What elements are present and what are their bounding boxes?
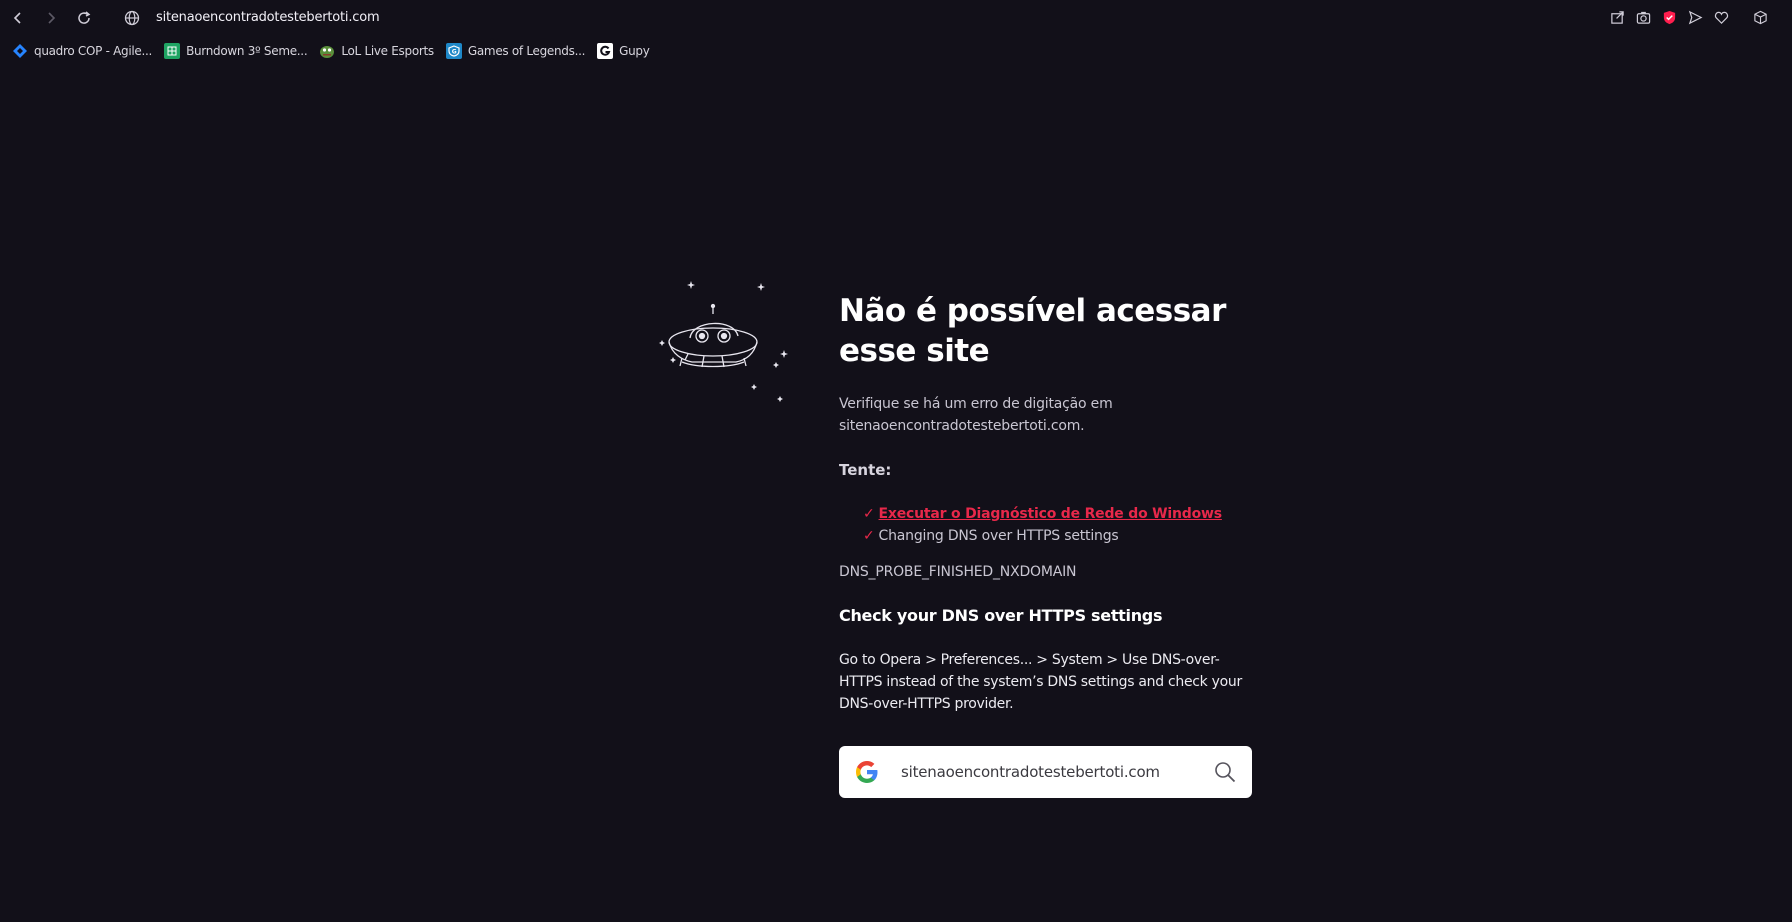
search-icon[interactable] [1214, 761, 1236, 783]
chevron-left-icon [13, 12, 21, 24]
network-diagnostics-link[interactable]: Executar o Diagnóstico de Rede do Window… [879, 506, 1223, 522]
share-button[interactable] [1608, 8, 1626, 26]
suggestion-network-diagnostics: ✓ Executar o Diagnóstico de Rede do Windo… [863, 503, 1259, 525]
browser-toolbar: sitenaoencontradotestebertoti.com [0, 0, 1792, 36]
gol-icon: G [445, 43, 462, 59]
suggestion-dns-over-https: ✓ Changing DNS over HTTPS settings [863, 528, 1119, 544]
address-bar[interactable]: sitenaoencontradotestebertoti.com [156, 10, 380, 25]
bookmark-gupy[interactable]: Gupy [597, 43, 650, 59]
send-icon [1688, 10, 1702, 24]
reload-button[interactable] [74, 8, 94, 28]
pepe-icon [319, 43, 335, 59]
globe-icon[interactable] [123, 9, 141, 27]
error-code: DNS_PROBE_FINISHED_NXDOMAIN [839, 564, 1077, 580]
sheets-icon [164, 43, 181, 59]
back-button[interactable] [8, 8, 28, 28]
shield-icon [1663, 10, 1675, 24]
google-search-box[interactable]: sitenaoencontradotestebertoti.com [839, 746, 1252, 798]
gupy-icon [597, 43, 614, 59]
suggestions-list: ✓ Executar o Diagnóstico de Rede do Windo… [839, 503, 1259, 547]
heart-icon [1714, 11, 1728, 24]
chevron-right-icon [48, 12, 56, 24]
flow-button[interactable] [1686, 8, 1704, 26]
check-icon: ✓ [863, 506, 875, 522]
error-title: Não é possível acessar esse site [839, 293, 1226, 369]
pinboard-button[interactable] [1712, 8, 1730, 26]
dns-settings-title: Check your DNS over HTTPS settings [839, 606, 1163, 625]
google-icon [856, 761, 878, 783]
forward-button[interactable] [41, 8, 61, 28]
bookmark-burndown[interactable]: Burndown 3º Seme... [164, 43, 308, 59]
error-description: Verifique se há um erro de digitação em … [839, 396, 1113, 434]
check-icon: ✓ [863, 528, 875, 544]
bookmarks-bar: quadro COP - Agile... Burndown 3º Seme..… [12, 41, 650, 61]
bookmark-lol-esports[interactable]: LoL Live Esports [319, 43, 434, 59]
error-content: Não é possível acessar esse site Verifiq… [839, 291, 1259, 715]
try-label: Tente: [839, 461, 892, 479]
dns-settings-description: Go to Opera > Preferences... > System > … [839, 652, 1242, 712]
snapshot-button[interactable] [1634, 8, 1652, 26]
adblock-button[interactable] [1660, 8, 1678, 26]
search-input[interactable]: sitenaoencontradotestebertoti.com [901, 763, 1160, 781]
bookmark-quadro-cop[interactable]: quadro COP - Agile... [12, 43, 152, 59]
reload-icon [78, 11, 91, 24]
ufo-illustration [659, 281, 788, 402]
cube-icon [1753, 10, 1767, 24]
camera-icon [1636, 11, 1650, 24]
share-icon [1610, 10, 1624, 24]
extensions-button[interactable] [1751, 8, 1769, 26]
svg-text:G: G [452, 49, 457, 56]
jira-icon [12, 43, 28, 59]
bookmark-games-of-legends[interactable]: G Games of Legends... [445, 43, 585, 59]
